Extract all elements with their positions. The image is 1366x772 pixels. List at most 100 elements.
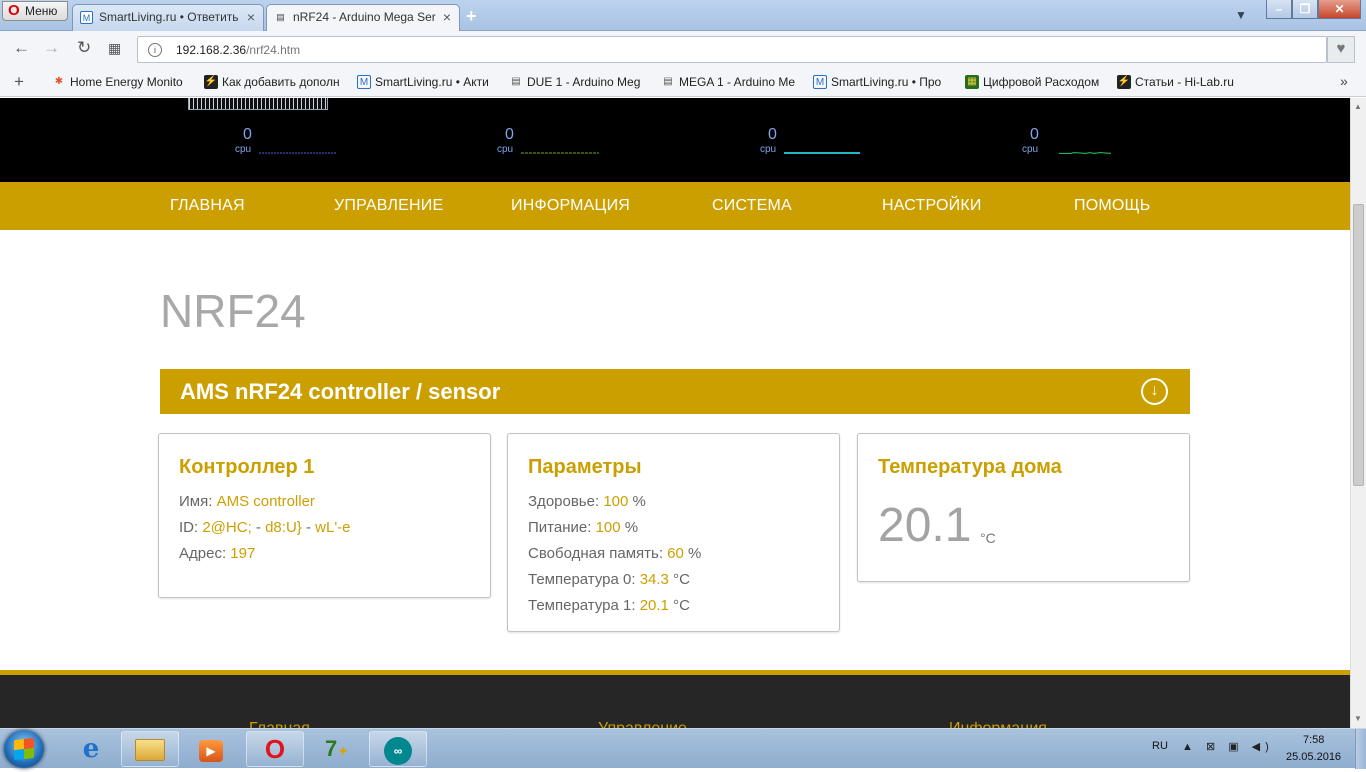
nav-information[interactable]: ИНФОРМАЦИЯ <box>511 197 630 215</box>
address-input[interactable]: i 192.168.2.36/nrf24.htm <box>137 36 1327 63</box>
show-desktop-button[interactable] <box>1355 729 1366 769</box>
opera-menu-button[interactable]: O Меню <box>2 1 68 21</box>
param-unit: % <box>624 519 639 536</box>
footer-link-home[interactable]: Главная <box>249 720 310 728</box>
new-tab-plus-icon[interactable]: + <box>466 6 477 27</box>
card-title: Контроллер 1 <box>179 456 315 478</box>
bookmark-label: DUE 1 - Arduino Meg <box>527 75 641 89</box>
footer-link-information[interactable]: Информация <box>949 720 1047 728</box>
nav-system[interactable]: СИСТЕМА <box>712 197 792 215</box>
more-bookmarks-chevron-icon[interactable]: » <box>1340 73 1348 89</box>
param-unit: % <box>688 545 702 562</box>
close-tab-icon[interactable]: × <box>443 5 451 29</box>
param-label: Температура 0: <box>528 571 636 588</box>
scroll-up-icon[interactable]: ▲ <box>1354 102 1362 111</box>
cpu-sparkline <box>1059 152 1112 154</box>
param-label: Свободная память: <box>528 545 663 562</box>
arduino-icon[interactable]: ∞ <box>369 731 427 767</box>
tab-title: nRF24 - Arduino Mega Ser <box>293 10 436 24</box>
speed-dial-grid-icon[interactable]: ▦ <box>108 39 121 57</box>
window-close-button[interactable]: ✕ <box>1318 0 1361 19</box>
cpu-sparkline <box>784 152 860 154</box>
bookmark-item[interactable]: ▤ MEGA 1 - Arduino Me <box>661 75 795 89</box>
bookmark-item[interactable]: ⚡ Как добавить дополн <box>204 75 340 89</box>
minimize-button[interactable]: – <box>1266 0 1292 19</box>
scroll-thumb[interactable] <box>1353 204 1364 486</box>
explorer-icon[interactable] <box>121 731 179 767</box>
tab-smartliving[interactable]: M SmartLiving.ru • Ответить × <box>72 4 264 31</box>
name-label: Имя: <box>179 493 213 510</box>
bookmark-item[interactable]: ▦ Цифровой Расходом <box>965 75 1101 89</box>
reload-icon[interactable]: ↻ <box>77 39 91 57</box>
input-language-indicator[interactable]: RU <box>1152 740 1168 752</box>
ie-icon[interactable]: e <box>62 731 120 767</box>
smartliving-icon: M <box>813 75 827 89</box>
id-part: 2@HC; <box>202 519 252 536</box>
main-navigation: ГЛАВНАЯ УПРАВЛЕНИЕ ИНФОРМАЦИЯ СИСТЕМА НА… <box>0 182 1350 230</box>
tab-title: SmartLiving.ru • Ответить <box>99 10 239 24</box>
forward-arrow-icon[interactable]: → <box>43 39 60 57</box>
close-tab-icon[interactable]: × <box>247 5 255 29</box>
bookmark-label: Цифровой Расходом <box>983 75 1100 89</box>
controller-card: Контроллер 1 Имя: AMS controller ID: 2@H… <box>158 433 491 598</box>
param-label: Здоровье: <box>528 493 600 510</box>
clock-time[interactable]: 7:58 <box>1303 734 1324 746</box>
cpu-monitor: 0 cpu <box>1022 126 1132 156</box>
panel-header[interactable]: AMS nRF24 controller / sensor ↓ <box>160 369 1190 414</box>
address-label: Адрес: <box>179 545 227 562</box>
add-bookmark-plus-icon[interactable]: + <box>14 72 24 92</box>
clock-date[interactable]: 25.05.2016 <box>1286 751 1341 763</box>
nav-settings[interactable]: НАСТРОЙКИ <box>882 197 982 215</box>
system-tray-icons[interactable]: ▲ ⊠ ▣ ◀) <box>1182 740 1274 753</box>
param-value: 100 <box>603 493 629 510</box>
parameters-card: Параметры Здоровье: 100 % Питание: 100 %… <box>507 433 840 632</box>
opera-icon[interactable]: O <box>246 731 304 767</box>
start-button[interactable] <box>4 730 44 768</box>
arrow-down-circle-icon[interactable]: ↓ <box>1141 378 1168 405</box>
stash-heart-icon[interactable]: ♥ <box>1327 36 1355 63</box>
bookmark-item[interactable]: ⚡ Статьи - Hi-Lab.ru <box>1117 75 1237 89</box>
cpu-sparkline <box>521 152 599 154</box>
nav-home[interactable]: ГЛАВНАЯ <box>170 197 245 215</box>
cpu-value: 0 <box>1030 126 1039 143</box>
bookmark-item[interactable]: ✱ Home Energy Monito <box>52 75 186 89</box>
back-arrow-icon[interactable]: ← <box>13 39 30 57</box>
bookmark-item[interactable]: M SmartLiving.ru • Акти <box>357 75 491 89</box>
panel-title: AMS nRF24 controller / sensor <box>180 379 501 404</box>
param-label: Питание: <box>528 519 592 536</box>
total-commander-icon[interactable]: 7✦ <box>308 731 366 767</box>
page-icon: ▤ <box>511 76 521 87</box>
nav-control[interactable]: УПРАВЛЕНИЕ <box>334 197 443 215</box>
id-label: ID: <box>179 519 199 536</box>
site-info-icon[interactable]: i <box>148 43 162 57</box>
page-viewport: 0 cpu 0 cpu 0 cpu 0 cpu ГЛАВНАЯ УПРАВЛЕН… <box>0 98 1350 728</box>
bookmark-item[interactable]: M SmartLiving.ru • Про <box>813 75 947 89</box>
param-unit: °C <box>673 597 690 614</box>
footer-link-control[interactable]: Управление <box>598 720 687 728</box>
cpu-label: cpu <box>235 144 252 155</box>
controller-id-row: ID: 2@HC; - d8:U} - wL'-e <box>179 519 351 536</box>
nav-help[interactable]: ПОМОЩЬ <box>1074 197 1150 215</box>
param-row: Свободная память: 60 % <box>528 545 701 562</box>
cpu-value: 0 <box>505 126 514 143</box>
scroll-down-icon[interactable]: ▼ <box>1354 714 1362 723</box>
opera-menu-label: Меню <box>25 4 58 18</box>
cpu-label: cpu <box>497 144 514 155</box>
page-scrollbar[interactable]: ▲ ▼ <box>1350 98 1366 728</box>
cpu-monitor: 0 cpu <box>760 126 870 156</box>
tab-menu-icon[interactable]: ▼ <box>1235 8 1247 22</box>
cpu-label: cpu <box>1022 144 1039 155</box>
controller-address-row: Адрес: 197 <box>179 545 255 562</box>
tab-nrf24[interactable]: ▤ nRF24 - Arduino Mega Ser × <box>266 4 460 32</box>
bookmark-item[interactable]: ▤ DUE 1 - Arduino Meg <box>509 75 643 89</box>
param-unit: °C <box>673 571 690 588</box>
page-favicon-icon: ▤ <box>276 12 285 22</box>
media-player-icon[interactable]: ▶ <box>182 731 240 767</box>
bookmark-label: Как добавить дополн <box>222 75 340 89</box>
cpu-value: 0 <box>768 126 777 143</box>
id-separator: - <box>305 519 311 536</box>
id-part: wL'-e <box>315 519 351 536</box>
cpu-monitor: 0 cpu <box>235 126 345 156</box>
maximize-button[interactable]: ❐ <box>1292 0 1318 19</box>
smartliving-favicon-icon: M <box>80 11 93 24</box>
